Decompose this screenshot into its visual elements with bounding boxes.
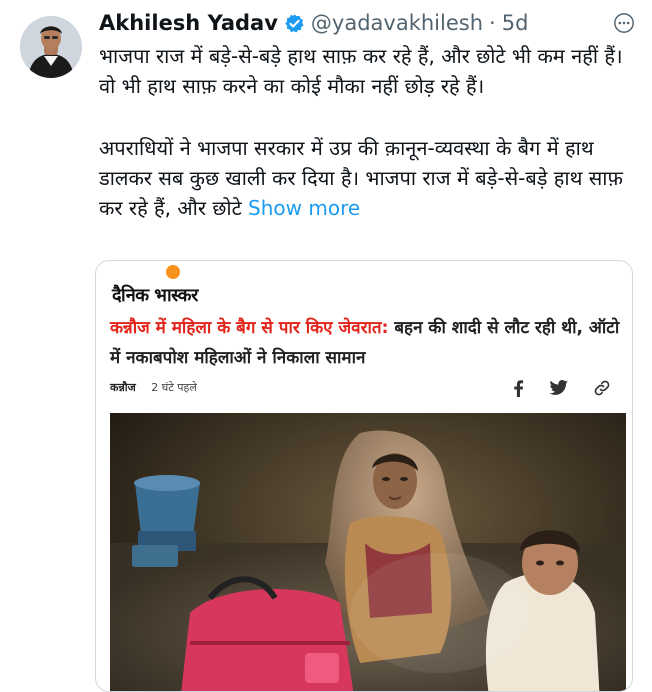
timestamp[interactable]: 5d [502,11,529,35]
article-photo-image [110,413,626,691]
separator-dot: · [489,11,496,35]
card-time: 2 घंटे पहले [151,381,197,394]
facebook-icon[interactable] [508,378,528,398]
avatar[interactable] [20,16,82,78]
avatar-image [20,16,82,78]
tweet-paragraph-2-text: अपराधियों ने भाजपा सरकार में उप्र की क़ा… [99,136,623,220]
show-more-link[interactable]: Show more [248,196,360,220]
brand-logo-dot [166,265,180,279]
article-photo[interactable] [110,413,626,691]
tweet-header: Akhilesh Yadav @yadavakhilesh · 5d [99,8,528,38]
tweet-paragraph-2: अपराधियों ने भाजपा सरकार में उप्र की क़ा… [99,133,639,223]
link-card[interactable]: दैनिक भास्कर कन्नौज में महिला के बैग से … [95,260,633,692]
twitter-icon[interactable] [549,378,569,398]
author-handle[interactable]: @yadavakhilesh [311,11,483,35]
verified-badge-icon [284,13,305,34]
tweet-paragraph-1: भाजपा राज में बड़े-से-बड़े हाथ साफ़ कर र… [99,44,623,98]
card-headline-highlight: कन्नौज में महिला के बैग से पार किए जेवरा… [110,318,389,338]
card-meta: कन्नौज 2 घंटे पहले [110,380,197,395]
more-icon[interactable] [613,12,635,38]
card-headline[interactable]: कन्नौज में महिला के बैग से पार किए जेवरा… [110,313,622,373]
brand-logo: दैनिक भास्कर [112,285,198,306]
author-name[interactable]: Akhilesh Yadav [99,11,278,35]
link-icon[interactable] [592,378,612,398]
tweet-text: भाजपा राज में बड़े-से-बड़े हाथ साफ़ कर र… [99,41,639,223]
card-location: कन्नौज [110,381,136,394]
